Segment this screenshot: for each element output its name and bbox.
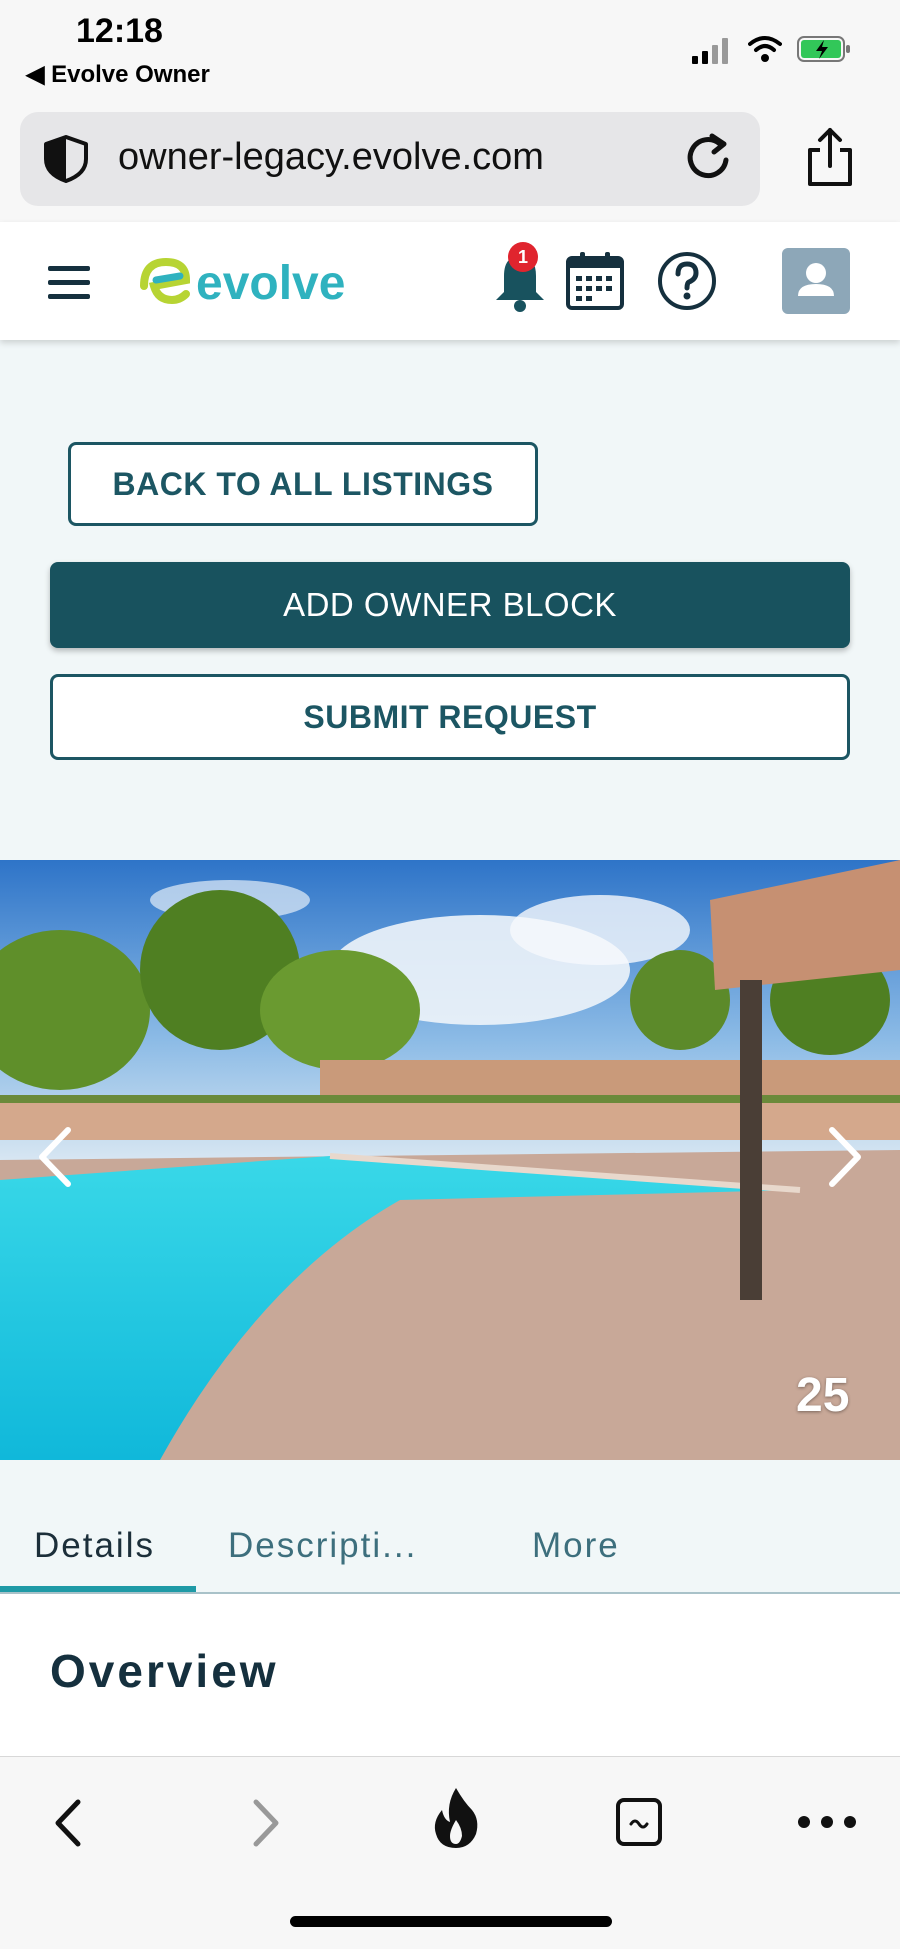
back-icon[interactable] [48,1796,88,1850]
tabs-overview-icon[interactable] [614,1796,664,1848]
url-text[interactable]: owner-legacy.evolve.com [118,136,544,179]
fire-icon[interactable] [430,1786,482,1852]
cellular-signal-icon [692,38,728,64]
back-to-app-link[interactable]: ◀ Evolve Owner [26,60,210,89]
back-to-listings-button[interactable]: BACK TO ALL LISTINGS [68,442,538,526]
calendar-icon[interactable] [564,250,626,312]
share-icon[interactable] [802,126,858,188]
tab-description[interactable]: Descripti... [228,1526,417,1566]
home-indicator [290,1916,612,1927]
evolve-logo[interactable]: evolve [136,252,386,312]
shield-icon[interactable] [38,134,94,184]
user-avatar[interactable] [782,248,850,314]
app-header [0,222,900,340]
notification-badge: 1 [508,242,538,272]
photo-prev-arrow-icon[interactable] [30,1122,80,1192]
help-icon[interactable] [656,250,718,312]
battery-charging-icon [797,36,850,62]
active-tab-indicator [0,1586,196,1592]
section-title: Overview [50,1645,279,1697]
forward-icon[interactable] [246,1796,286,1850]
submit-request-button[interactable]: SUBMIT REQUEST [50,674,850,760]
reload-icon[interactable] [682,130,736,186]
hamburger-menu-icon[interactable] [46,262,92,302]
tab-more[interactable]: More [532,1526,620,1566]
pool-photo-image [0,860,900,1460]
add-owner-block-button[interactable]: ADD OWNER BLOCK [50,562,850,648]
tab-details[interactable]: Details [34,1526,155,1566]
photo-count: 25 [796,1369,850,1422]
brand-name: evolve [196,257,345,310]
wifi-icon [748,36,782,62]
photo-next-arrow-icon[interactable] [820,1122,870,1192]
user-icon [798,263,834,296]
property-photo[interactable] [0,860,900,1460]
status-time: 12:18 [76,12,163,50]
more-options-icon[interactable] [796,1810,858,1834]
